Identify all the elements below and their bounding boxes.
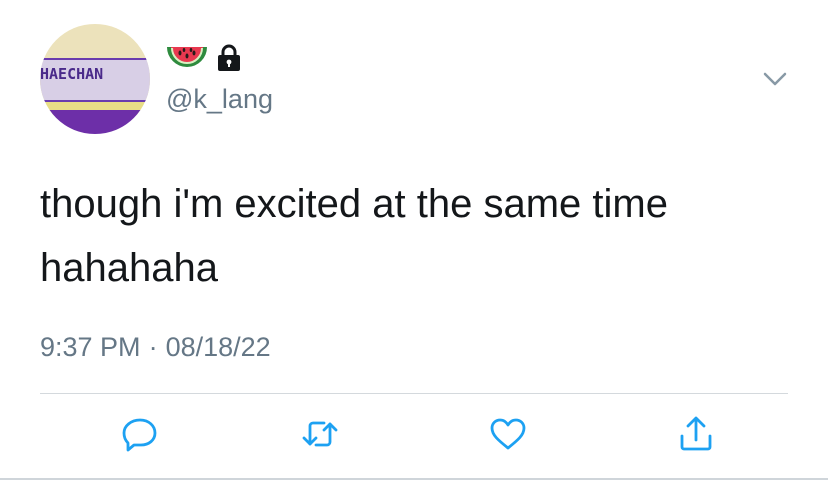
- avatar[interactable]: HAECHAN: [40, 24, 150, 134]
- like-button[interactable]: [486, 414, 530, 458]
- lock-icon: [216, 43, 242, 78]
- tweet-text-line-2: hahahaha: [40, 246, 218, 290]
- action-bar: [0, 414, 828, 462]
- tweet-timestamp[interactable]: 9:37 PM · 08/18/22: [40, 332, 271, 363]
- meta-separator: ·: [148, 332, 158, 362]
- reply-button[interactable]: [118, 414, 162, 458]
- display-name-row: [166, 40, 242, 80]
- retweet-button[interactable]: [298, 414, 342, 458]
- like-icon: [488, 414, 528, 459]
- avatar-background-bottom: [40, 110, 150, 134]
- user-handle[interactable]: @k_lang: [166, 84, 273, 115]
- divider: [40, 393, 788, 394]
- avatar-text: HAECHAN: [40, 65, 104, 83]
- reply-icon: [120, 414, 160, 459]
- retweet-icon: [300, 414, 340, 459]
- share-icon: [676, 414, 716, 459]
- chevron-down-icon[interactable]: [762, 66, 788, 92]
- tweet-text-line-1: though i'm excited at the same time: [40, 182, 668, 226]
- tweet-text: though i'm excited at the same time hahah…: [40, 172, 800, 300]
- tweet-time: 9:37 PM: [40, 332, 141, 362]
- bottom-divider: [0, 478, 828, 480]
- watermelon-icon: [166, 41, 208, 80]
- share-button[interactable]: [674, 414, 718, 458]
- tweet-date: 08/18/22: [165, 332, 271, 362]
